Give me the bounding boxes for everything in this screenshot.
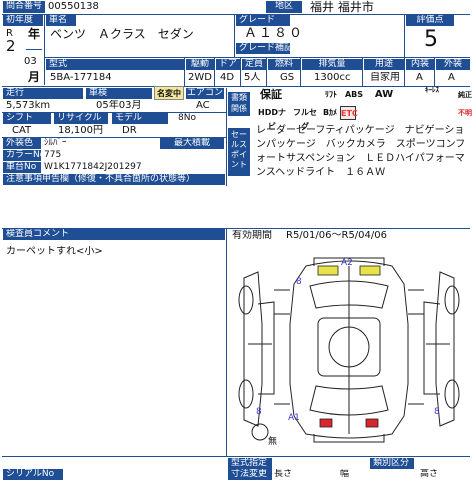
width-label: 幅 <box>340 469 350 479</box>
shift-value: CAT <box>12 125 32 136</box>
tag-keyless: ｷｰﾚｽ <box>425 86 439 94</box>
year-unit: 年 <box>28 27 41 41</box>
registration-year-value: 2 <box>6 38 16 55</box>
sales-point-label: セールスポイント <box>228 128 250 176</box>
vin-label: 車台No <box>3 162 41 173</box>
doors-value: 4D <box>220 72 235 83</box>
name-change-badge: 名変中 <box>154 86 184 100</box>
region-label: 地区 <box>266 1 302 13</box>
inspector-comment-label: 検査員コメント <box>3 229 225 240</box>
grade-value: Ａ１８０ <box>244 26 305 41</box>
capacity-label: 定員 <box>242 59 266 70</box>
length-label: 長さ <box>274 469 293 479</box>
ac-label: エアコン <box>186 88 224 99</box>
tag-genuine: 純正 <box>458 91 472 99</box>
registration-month-value: 03 <box>24 56 37 67</box>
score-value: 5 <box>424 28 438 52</box>
dimension-change-label: 寸法変更 <box>228 469 272 480</box>
drive-label: 駆動 <box>186 59 214 70</box>
model-year-label: モデル <box>112 113 168 124</box>
validity-period-label: 有効期間 <box>232 230 272 241</box>
tag-back-camera: Bｶﾒ <box>322 108 338 117</box>
doors-label: ドア <box>216 59 240 70</box>
inspection-label: 車検 <box>86 88 152 99</box>
tag-fullseg: フルセグ <box>293 108 317 131</box>
car-condition-diagram: A2 A1 8 8 8 無 <box>238 257 460 447</box>
marker-8-right: 8 <box>434 407 440 417</box>
exterior-value: A <box>448 72 455 83</box>
usage-value: 自家用 <box>370 72 400 83</box>
first-registration-label: 初年度 <box>3 15 43 26</box>
tag-abs: ABS <box>344 90 364 99</box>
region-value: 福井 福井市 <box>310 0 374 14</box>
max-load-label: 最大積載 <box>160 138 224 149</box>
lot-number-label: 問合番号 <box>3 1 45 13</box>
auction-sheet: 問合番号 00550138 地区 福井 福井市 初年度 R 2 年 03 月 車… <box>0 0 472 480</box>
model-code-label: 型式 <box>46 59 184 70</box>
fuel-label: 燃料 <box>268 59 300 70</box>
tag-aw: AW <box>374 89 394 100</box>
displacement-label: 排気量 <box>302 59 362 70</box>
exterior-label: 外装 <box>436 59 470 70</box>
interior-value: A <box>416 72 423 83</box>
sales-point-text: レーダーセーフティパッケージ ナビゲーションパッケージ バックカメラ スポーツコ… <box>256 125 466 178</box>
inspector-comment-text: カーペットすれ<小> <box>6 246 103 257</box>
spare-tire-none: 無 <box>268 435 277 447</box>
height-label: 高さ <box>420 469 439 479</box>
inspection-value: 05年03月 <box>96 100 142 111</box>
marker-8-left: 8 <box>256 407 262 417</box>
damage-label-a2: A2 <box>341 258 353 268</box>
ac-value: AC <box>196 100 210 111</box>
lot-number-value: 00550138 <box>48 1 99 12</box>
car-name-value: ベンツ Ａクラス セダン <box>50 27 194 41</box>
notice-label: 注意事項申告欄（修復・不具合箇所の状態等） <box>3 174 225 185</box>
color-value: ｼﾙﾊﾞｰ <box>44 138 67 148</box>
drive-value: 2WD <box>188 72 212 83</box>
damage-label-a1: A1 <box>288 413 300 423</box>
fuel-value: GS <box>280 72 295 83</box>
shift-label: シフト <box>3 113 51 124</box>
tag-warranty: 保証 <box>260 88 282 101</box>
tag-lift: ﾘﾌﾄ <box>325 90 337 99</box>
mileage-value: 5,573km <box>6 100 51 111</box>
model-value: DR <box>122 125 137 136</box>
month-unit: 月 <box>28 70 41 84</box>
tag-etc: ETC <box>340 106 358 120</box>
color-number-value: 775 <box>44 150 62 160</box>
color-label: 外装色 <box>3 138 41 149</box>
recycle-label: リサイクル <box>54 113 108 124</box>
mileage-label: 走行 <box>3 88 83 99</box>
capacity-value: 5人 <box>244 72 261 83</box>
displacement-value: 1300cc <box>314 72 351 83</box>
serial-number-label: シリアルNo <box>3 469 63 480</box>
tag-hdd-navi: HDDナビ <box>258 108 286 131</box>
score-label: 評価点 <box>406 15 454 26</box>
marker-8-top: 8 <box>296 277 302 287</box>
recycle-value: 18,100円 <box>58 125 103 136</box>
grade-label: グレード <box>236 15 290 26</box>
model-code-value: 5BA-177184 <box>50 72 112 83</box>
usage-label: 用途 <box>364 59 404 70</box>
interior-label: 内装 <box>406 59 434 70</box>
model-designation-label: 型式指定 <box>228 458 272 469</box>
category-label: 類別区分 <box>370 458 414 469</box>
car-name-label: 車名 <box>46 15 76 26</box>
grade-supplement-label: グレード補記 <box>236 43 290 54</box>
color-number-label: カラーNo <box>3 150 41 161</box>
tag-unknown: 不明 <box>458 109 472 117</box>
documents-label: 書類関係 <box>228 92 250 116</box>
model-year-value: 8No <box>178 113 196 123</box>
vin-value: W1K1771842J201297 <box>44 162 142 172</box>
validity-period-value: R5/01/06～R5/04/06 <box>286 230 387 241</box>
